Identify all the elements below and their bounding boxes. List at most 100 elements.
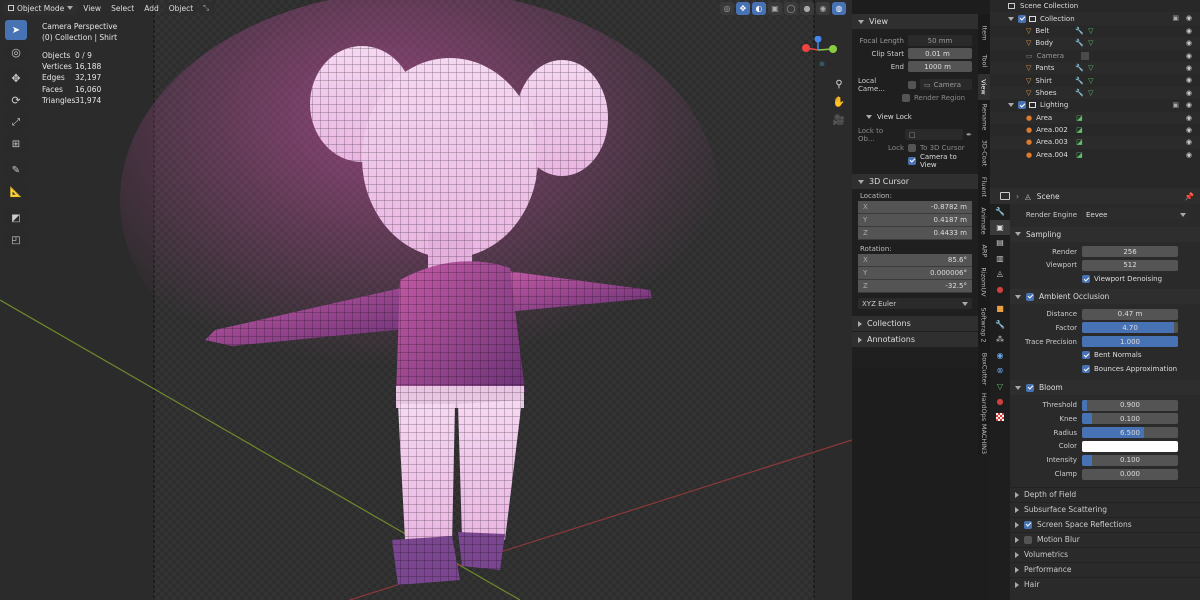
outliner-lighting[interactable]: Lighting ▣ ◉ — [990, 99, 1200, 111]
camera-view-icon[interactable]: 🎥 — [832, 111, 846, 129]
ssr-checkbox[interactable] — [1024, 520, 1032, 529]
knee-slider[interactable]: 0.100 — [1082, 413, 1178, 425]
texture-tab[interactable] — [990, 410, 1010, 426]
modifier-tab[interactable]: 🔧 — [990, 317, 1010, 333]
xray-icon[interactable]: ▣ — [768, 2, 782, 15]
view-layer-tab[interactable]: ▥ — [990, 251, 1010, 267]
bloom-checkbox[interactable] — [1026, 383, 1034, 392]
rotation-z-field[interactable]: Z -32.5° — [858, 280, 972, 293]
view-panel-header[interactable]: View — [852, 14, 978, 29]
menu-object[interactable]: Object — [164, 1, 198, 15]
focal-length-field[interactable]: 50 mm — [908, 35, 972, 46]
material-tab[interactable]: ● — [990, 394, 1010, 410]
rotation-mode-dropdown[interactable]: XYZ Euler — [858, 298, 972, 309]
editor-type-icon[interactable] — [1000, 192, 1010, 200]
shading-wireframe-icon[interactable]: ◯ — [784, 2, 798, 15]
transform-tool[interactable]: ⊞ — [5, 134, 27, 154]
object-tab[interactable]: ■ — [990, 301, 1010, 317]
bounces-approximation-checkbox[interactable] — [1082, 365, 1090, 374]
add-cube-tool[interactable]: ◩ — [5, 208, 27, 228]
camera-toggle-icon[interactable]: ▣ — [1172, 101, 1179, 109]
eye-icon[interactable]: ◉ — [1186, 14, 1192, 22]
ambient-occlusion-checkbox[interactable] — [1026, 292, 1034, 301]
world-tab[interactable]: ● — [990, 282, 1010, 298]
3d-viewport[interactable]: Object Mode View Select Add Object ⤡ ◎ ✥… — [0, 0, 852, 600]
tab-animate[interactable]: Animate — [978, 202, 990, 240]
view-lock-header[interactable]: View Lock — [852, 110, 978, 123]
tab-fluent[interactable]: Fluent — [978, 172, 990, 202]
ambient-occlusion-header[interactable]: Ambient Occlusion — [1010, 289, 1200, 305]
zoom-icon[interactable]: ⚲ — [832, 75, 846, 93]
radius-slider[interactable]: 6.500 — [1082, 427, 1178, 439]
subsurface-scattering-header[interactable]: Subsurface Scattering — [1010, 501, 1200, 517]
menu-add[interactable]: Add — [140, 2, 163, 15]
move-tool[interactable]: ✥ — [5, 68, 27, 88]
shading-solid-icon[interactable]: ● — [800, 2, 814, 15]
eye-icon[interactable]: ◉ — [1186, 76, 1192, 84]
rotation-x-field[interactable]: X 85.6° — [858, 254, 972, 267]
shading-material-icon[interactable]: ◉ — [816, 2, 830, 15]
eyedropper-icon[interactable]: ✒ — [966, 131, 972, 139]
navigation-gizmo[interactable] — [798, 36, 842, 66]
outliner[interactable]: Scene Collection Collection ▣ ◉ ▽ Belt 🔧 ▽ ◉ … — [990, 0, 1200, 188]
render-engine-dropdown[interactable]: Eevee — [1082, 209, 1190, 221]
eye-icon[interactable]: ◉ — [1186, 126, 1192, 134]
tab-rizomuv[interactable]: RizomUV — [978, 262, 990, 302]
outliner-item-shirt[interactable]: ▽ Shirt 🔧 ▽ ◉ — [990, 74, 1200, 86]
tab-softwrap[interactable]: Softwrap 2 — [978, 302, 990, 348]
volumetrics-header[interactable]: Volumetrics — [1010, 546, 1200, 562]
distance-field[interactable]: 0.47 m — [1082, 308, 1178, 320]
tool-settings-tab[interactable]: 🔧 — [990, 204, 1010, 220]
visibility-icon[interactable]: ◎ — [720, 2, 734, 15]
eye-icon[interactable]: ◉ — [1186, 138, 1192, 146]
lock-object-field[interactable]: □ — [905, 129, 964, 140]
camera-toggle-icon[interactable]: ▣ — [1172, 14, 1179, 22]
bloom-color-swatch[interactable] — [1082, 440, 1178, 452]
outliner-light-area-003[interactable]: ● Area.003 ◪ ◉ — [990, 136, 1200, 149]
motion-blur-header[interactable]: Motion Blur — [1010, 531, 1200, 547]
viewport-samples-field[interactable]: 512 — [1082, 259, 1178, 271]
eye-icon[interactable]: ◉ — [1186, 101, 1192, 109]
location-x-field[interactable]: X -0.8782 m — [858, 201, 972, 214]
rotation-y-field[interactable]: Y 0.000006° — [858, 267, 972, 280]
bloom-header[interactable]: Bloom — [1010, 380, 1200, 396]
clip-start-field[interactable]: 0.01 m — [908, 48, 972, 59]
boxcutter-tool[interactable]: ◰ — [5, 230, 27, 250]
scale-tool[interactable]: ⤢ — [5, 112, 27, 132]
outliner-item-belt[interactable]: ▽ Belt 🔧 ▽ ◉ — [990, 25, 1200, 37]
location-y-field[interactable]: Y 0.4187 m — [858, 214, 972, 227]
trace-precision-slider[interactable]: 1.000 — [1082, 336, 1178, 348]
menu-select[interactable]: Select — [107, 2, 138, 15]
tab-rename[interactable]: Rename — [978, 100, 990, 134]
eye-icon[interactable]: ◉ — [1186, 114, 1192, 122]
local-camera-checkbox[interactable] — [908, 80, 916, 89]
pan-hand-icon[interactable]: ✋ — [832, 93, 846, 111]
mode-dropdown[interactable]: Object Mode — [4, 1, 78, 15]
output-tab[interactable]: ▤ — [990, 235, 1010, 251]
outliner-item-body[interactable]: ▽ Body 🔧 ▽ ◉ — [990, 37, 1200, 50]
render-samples-field[interactable]: 256 — [1082, 246, 1178, 258]
sampling-section-header[interactable]: Sampling — [1010, 226, 1200, 242]
eye-icon[interactable]: ◉ — [1186, 39, 1192, 47]
threshold-slider[interactable]: 0.900 — [1082, 399, 1178, 411]
outliner-light-area-002[interactable]: ● Area.002 ◪ ◉ — [990, 124, 1200, 136]
viewport-canvas[interactable] — [0, 0, 852, 600]
location-z-field[interactable]: Z 0.4433 m — [858, 227, 972, 240]
clamp-field[interactable]: 0.000 — [1082, 468, 1178, 480]
constraints-tab[interactable]: ⊗ — [990, 363, 1010, 379]
local-camera-field[interactable]: ▭ Camera — [920, 79, 972, 90]
tab-hardops[interactable]: HardOps — [978, 390, 990, 424]
performance-header[interactable]: Performance — [1010, 561, 1200, 577]
eye-icon[interactable]: ◉ — [1186, 64, 1192, 72]
viewport-denoising-checkbox[interactable] — [1082, 275, 1090, 284]
tab-tool[interactable]: Tool — [978, 48, 990, 74]
pin-icon[interactable]: 📌 — [1185, 192, 1194, 201]
tab-machin3[interactable]: MACHIN3 — [978, 424, 990, 454]
transform-options[interactable]: ⤡ — [199, 1, 216, 15]
outliner-item-shoes[interactable]: ▽ Shoes 🔧 ▽ ◉ — [990, 86, 1200, 100]
gizmo-toggle-icon[interactable]: ✥ — [736, 2, 750, 15]
collections-panel-header[interactable]: Collections — [852, 316, 978, 331]
render-tab[interactable]: ▣ — [990, 219, 1010, 235]
render-region-checkbox[interactable] — [902, 93, 910, 102]
menu-view[interactable]: View — [79, 2, 105, 15]
